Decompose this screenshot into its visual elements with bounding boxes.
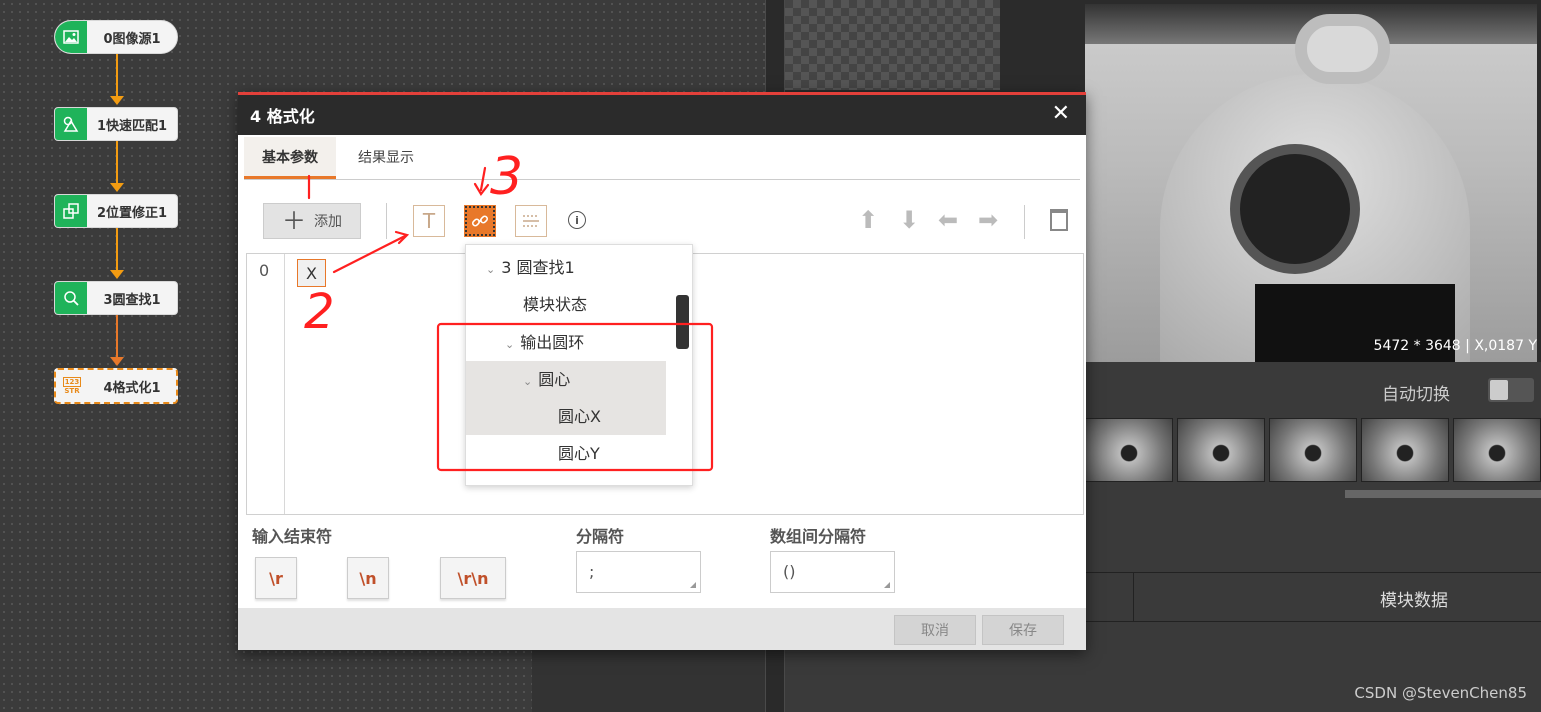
format-str-icon: 123 STR (56, 370, 88, 402)
canvas-bottom-panel (532, 640, 765, 712)
tree-item-label: 圆心X (558, 407, 601, 426)
tree-item-center-x[interactable]: 圆心X (466, 398, 666, 435)
thumbnail-scrollbar[interactable] (1345, 490, 1541, 498)
flow-arrowhead (110, 96, 124, 105)
tree-item-label: 圆心Y (558, 444, 600, 463)
flow-edge (116, 54, 118, 96)
move-right-icon[interactable]: ➡ (978, 206, 998, 234)
add-button[interactable]: ＋ 添加 (263, 203, 361, 239)
tree-item-label: 圆心 (538, 370, 571, 389)
flow-node-position-correction[interactable]: 2位置修正1 (54, 194, 178, 228)
thumbnail[interactable] (1085, 418, 1173, 482)
info-icon[interactable]: i (568, 211, 586, 229)
flow-arrowhead (110, 357, 124, 366)
grid-icon[interactable] (515, 205, 547, 237)
link-source-dropdown[interactable]: ⌄ 3 圆查找1 模块状态 ⌄ 输出圆环 ⌄ 圆心 圆心X 圆心Y (465, 244, 693, 486)
tree-item-label: 3 圆查找1 (501, 258, 575, 277)
separator-field[interactable]: ; (576, 551, 701, 593)
node-label: 0图像源1 (103, 31, 161, 47)
image-part-boss (1295, 14, 1390, 84)
format-dialog: 4 格式化 ✕ 基本参数 结果显示 ＋ 添加 T i ⬆ ⬇ ⬅ ➡ 0 X ⌄… (238, 92, 1086, 650)
terminator-lf-button[interactable]: \n (347, 557, 389, 599)
tree-item-center[interactable]: ⌄ 圆心 (466, 361, 666, 398)
node-label: 2位置修正1 (96, 205, 168, 221)
icon-text-top: 123 (62, 377, 82, 387)
toolbar-separator (1024, 205, 1025, 239)
array-separator-label: 数组间分隔符 (770, 527, 867, 546)
tab-result-display[interactable]: 结果显示 (340, 137, 432, 179)
column-divider (1133, 572, 1134, 622)
image-icon (55, 21, 87, 53)
add-button-label: 添加 (314, 214, 342, 230)
tab-basic-params[interactable]: 基本参数 (244, 137, 336, 179)
terminator-crlf-button[interactable]: \r\n (440, 557, 506, 599)
flow-arrowhead (110, 270, 124, 279)
separator-label: 分隔符 (576, 527, 625, 546)
save-button[interactable]: 保存 (982, 615, 1064, 645)
flow-node-image-source[interactable]: 0图像源1 (54, 20, 178, 54)
close-icon[interactable]: ✕ (1052, 101, 1070, 126)
text-icon[interactable]: T (413, 205, 445, 237)
camera-image (1085, 4, 1537, 362)
dropdown-scrollbar[interactable] (676, 295, 689, 349)
terminator-cr-button[interactable]: \r (255, 557, 297, 599)
tree-item-circle-search[interactable]: ⌄ 3 圆查找1 (466, 249, 666, 286)
array-separator-field[interactable]: () (770, 551, 895, 593)
chevron-down-icon: ⌄ (486, 263, 496, 276)
node-label: 1快速匹配1 (96, 118, 168, 134)
flow-edge (116, 315, 118, 357)
circle-search-icon (55, 282, 87, 314)
flow-edge (116, 141, 118, 183)
tree-item-output-ring[interactable]: ⌄ 输出圆环 (466, 324, 666, 361)
tab-bar: 基本参数 结果显示 (244, 135, 1080, 180)
flow-arrowhead (110, 183, 124, 192)
cancel-button[interactable]: 取消 (894, 615, 976, 645)
module-data-tab[interactable]: 模块数据 (1380, 586, 1448, 611)
thumbnail[interactable] (1361, 418, 1449, 482)
thumbnail[interactable] (1453, 418, 1541, 482)
position-icon (55, 195, 87, 227)
flow-node-format[interactable]: 123 STR 4格式化1 (54, 368, 178, 404)
toolbar-separator (386, 203, 387, 239)
flow-node-circle-search[interactable]: 3圆查找1 (54, 281, 178, 315)
thumbnail-strip (1085, 418, 1541, 482)
watermark: CSDN @StevenChen85 (1354, 684, 1527, 702)
line-gutter: 0 (247, 254, 285, 514)
node-label: 4格式化1 (103, 380, 161, 396)
flow-node-fast-match[interactable]: 1快速匹配1 (54, 107, 178, 141)
thumbnail[interactable] (1269, 418, 1357, 482)
auto-switch-toggle[interactable] (1488, 378, 1534, 402)
dialog-footer: 取消 保存 (238, 608, 1086, 650)
auto-switch-label: 自动切换 (1382, 385, 1450, 405)
match-icon (55, 108, 87, 140)
transparent-background (785, 0, 1000, 90)
link-icon[interactable] (464, 205, 496, 237)
data-header-row (1085, 572, 1541, 622)
move-down-icon[interactable]: ⬇ (899, 206, 919, 234)
tree-item-label: 模块状态 (523, 295, 588, 314)
thumbnail[interactable] (1177, 418, 1265, 482)
flow-edge (116, 228, 118, 270)
tree-item-label: 输出圆环 (520, 333, 585, 352)
chevron-down-icon: ⌄ (523, 375, 533, 388)
tree-item-module-status[interactable]: 模块状态 (466, 286, 666, 323)
move-left-icon[interactable]: ⬅ (938, 206, 958, 234)
line-number: 0 (259, 261, 270, 280)
tree-item-center-y[interactable]: 圆心Y (466, 435, 666, 472)
dialog-title: 4 格式化 (250, 107, 315, 126)
trash-icon[interactable] (1050, 209, 1068, 231)
format-token[interactable]: X (297, 259, 326, 287)
input-terminator-label: 输入结束符 (252, 527, 333, 546)
move-up-icon[interactable]: ⬆ (858, 206, 878, 234)
chevron-down-icon: ⌄ (505, 338, 515, 351)
image-info: 5472 * 3648 | X,0187 Y (1373, 338, 1537, 354)
dialog-header[interactable]: 4 格式化 ✕ (238, 95, 1086, 135)
image-part-hole (1230, 144, 1360, 274)
icon-text-bottom: STR (64, 387, 80, 395)
plus-icon: ＋ (282, 207, 306, 235)
node-label: 3圆查找1 (103, 292, 161, 308)
